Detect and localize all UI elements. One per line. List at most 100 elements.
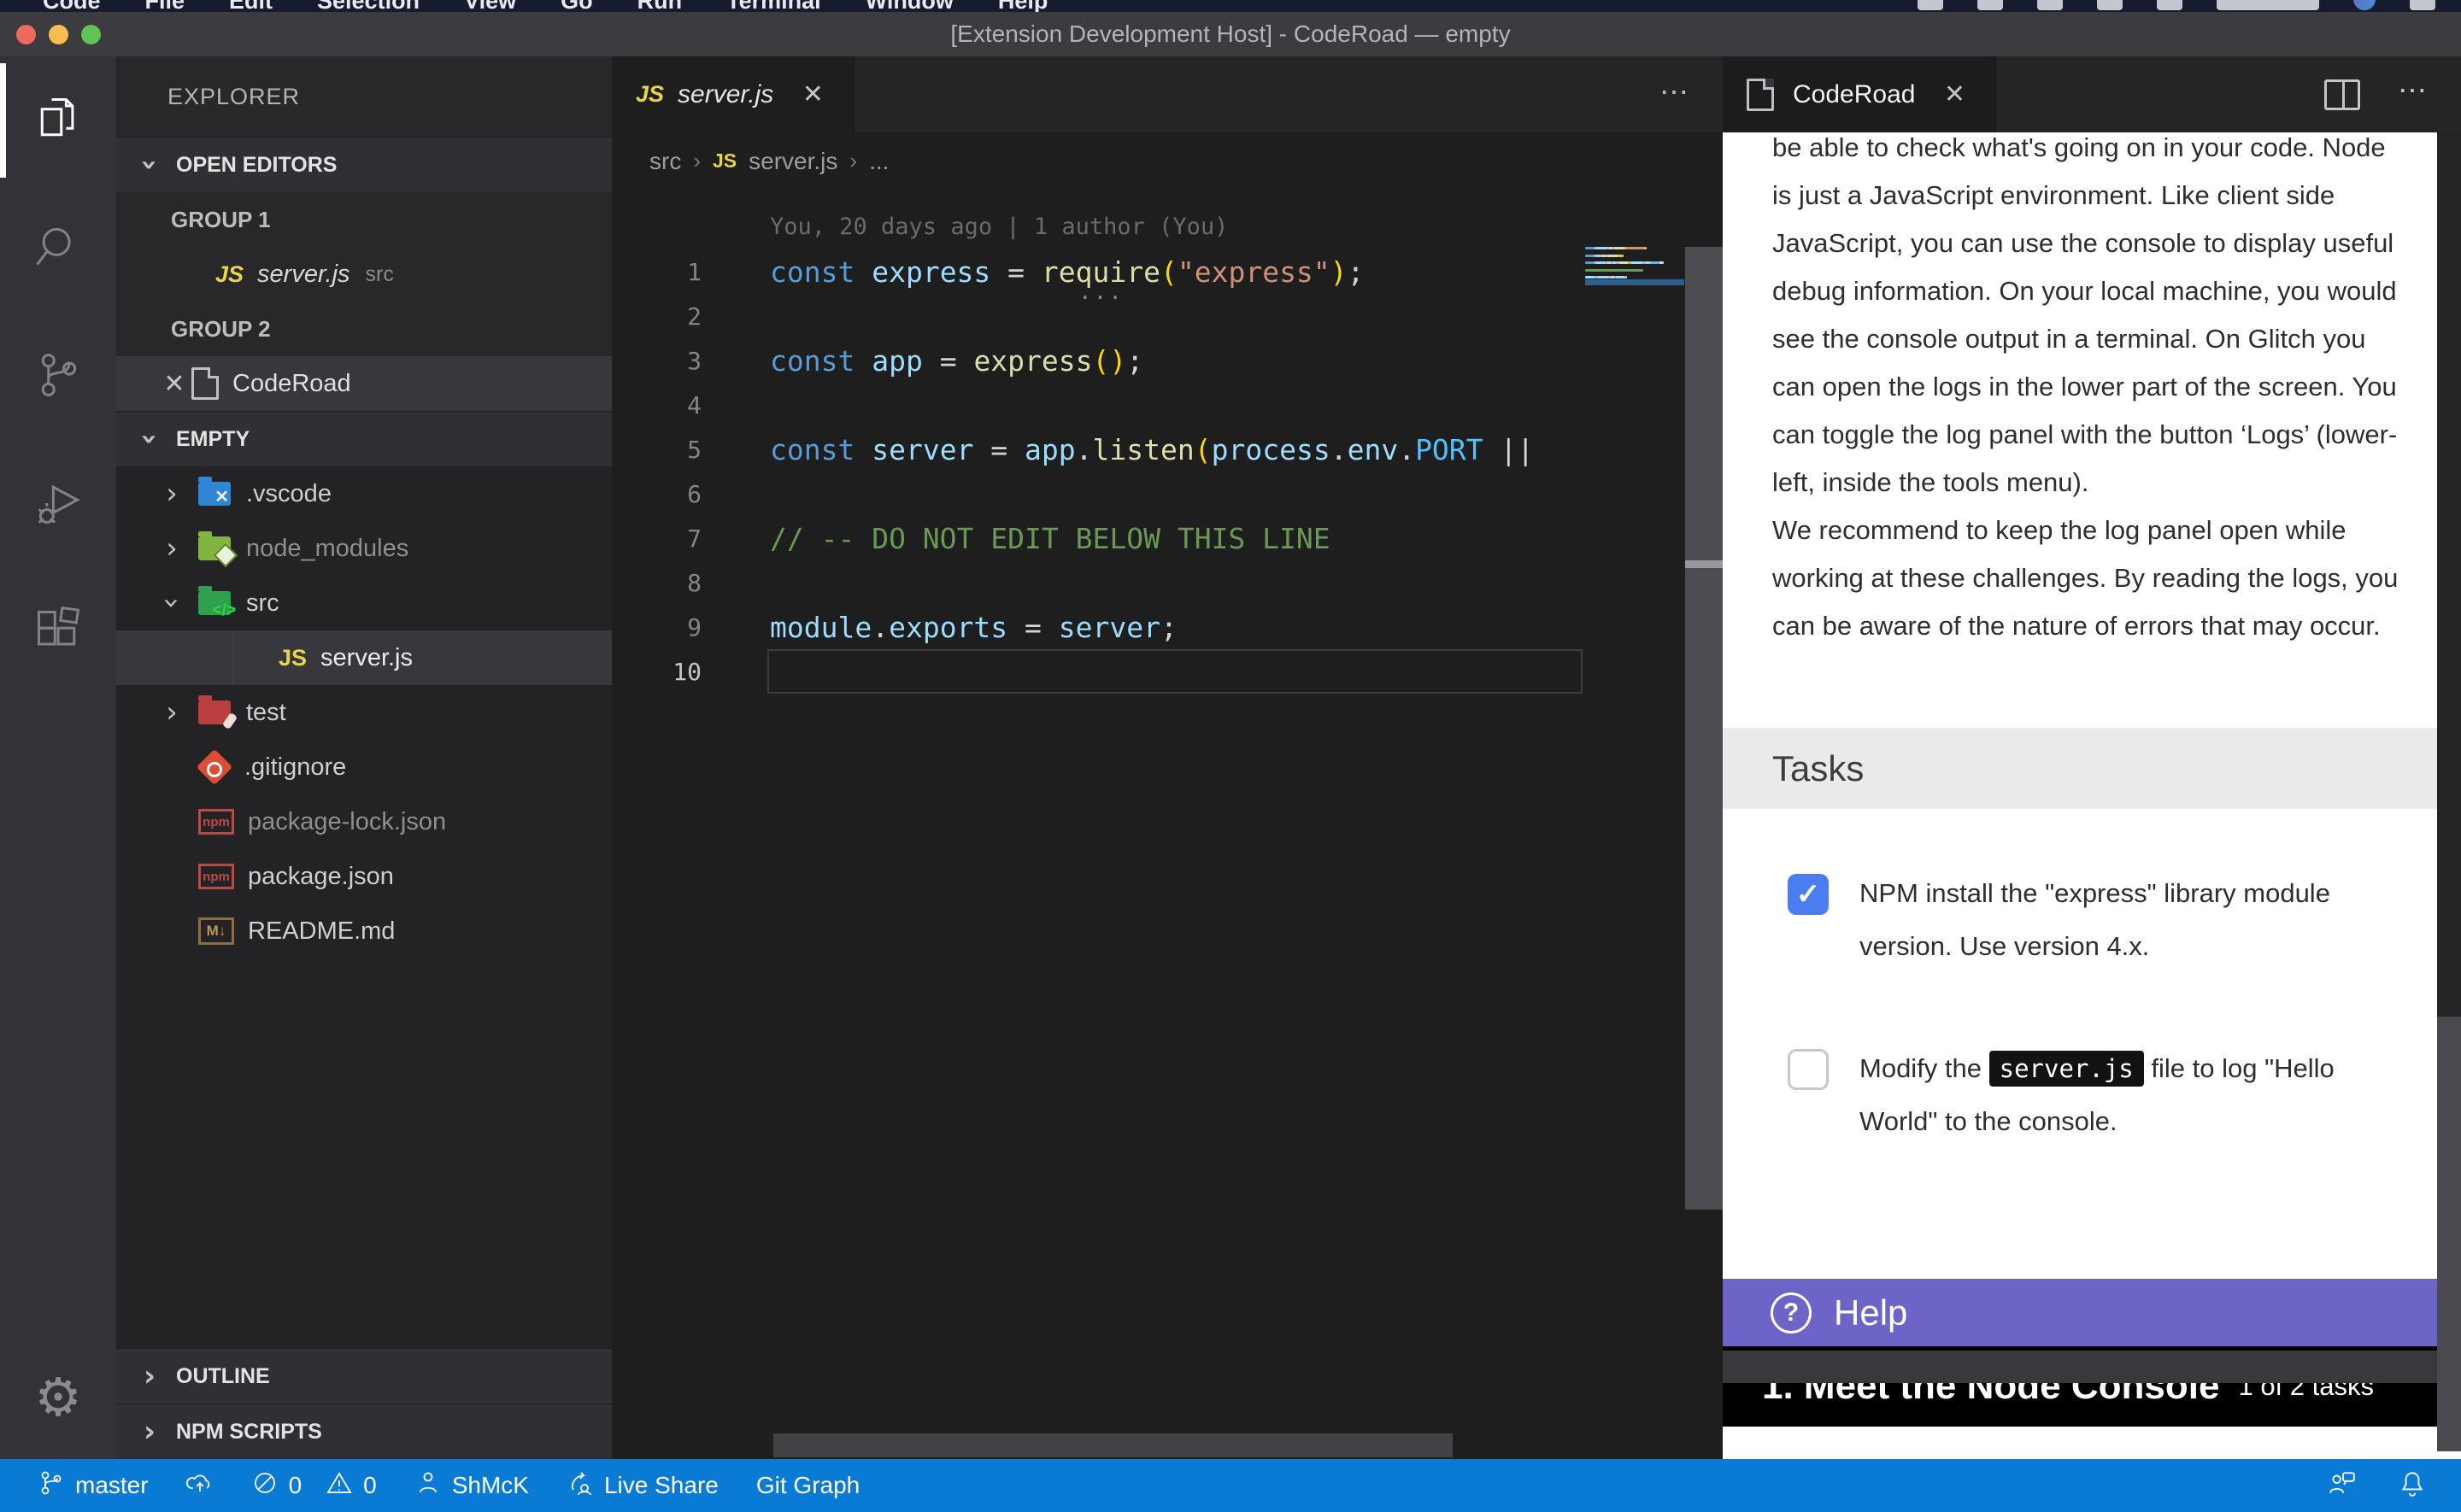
code-line[interactable]: 2 — [612, 294, 1723, 338]
code-line[interactable]: 7// -- DO NOT EDIT BELOW THIS LINE — [612, 516, 1723, 560]
menu-item[interactable]: View — [464, 0, 516, 12]
editor-group-1-label: GROUP 1 — [116, 192, 612, 247]
npm-scripts-section-header[interactable]: › NPM SCRIPTS — [116, 1404, 612, 1459]
breadcrumb-src[interactable]: src — [649, 148, 681, 175]
code-lines[interactable]: 1const express = require("express"); 2 3co… — [612, 249, 1723, 694]
code-line[interactable]: 1const express = require("express"); — [612, 249, 1723, 294]
tree-item-test[interactable]: › test — [116, 685, 612, 740]
help-section[interactable]: Help — [1723, 1279, 2437, 1346]
menu-item[interactable]: Edit — [229, 0, 273, 12]
js-file-icon: JS — [713, 149, 737, 173]
markdown-icon — [198, 917, 234, 945]
breadcrumb-file[interactable]: server.js — [749, 148, 837, 175]
menu-item[interactable]: Code — [43, 0, 101, 12]
git-graph-button[interactable]: Git Graph — [756, 1472, 860, 1499]
activity-run-debug[interactable] — [0, 441, 116, 569]
code-line[interactable]: 10 — [612, 649, 1723, 694]
outline-section-header[interactable]: › OUTLINE — [116, 1348, 612, 1404]
code-line[interactable]: 6 — [612, 472, 1723, 516]
open-editor-server-js[interactable]: JS server.js src — [116, 247, 612, 302]
menu-item[interactable]: Run — [637, 0, 682, 12]
js-file-icon: JS — [279, 645, 307, 671]
chevron-down-icon: › — [135, 425, 164, 454]
tab-coderoad[interactable]: CodeRoad ✕ — [1723, 56, 1996, 132]
activity-extensions[interactable] — [0, 569, 116, 697]
line-number: 3 — [612, 347, 702, 375]
current-line-highlight — [767, 649, 1583, 694]
sync-button[interactable] — [186, 1469, 214, 1503]
close-window-button[interactable] — [16, 25, 36, 44]
root-folder-label: EMPTY — [176, 427, 250, 452]
live-share-button[interactable]: Live Share — [567, 1469, 719, 1503]
breadcrumb[interactable]: src › JS server.js › ... — [612, 132, 1723, 190]
close-tab-icon[interactable]: ✕ — [1937, 79, 1971, 109]
task-text: NPM install the "express" library module… — [1859, 867, 2406, 973]
menu-item[interactable]: Window — [866, 0, 954, 12]
js-file-icon: JS — [636, 81, 664, 108]
tree-item-package-json[interactable]: package.json — [116, 849, 612, 904]
tree-item-readme[interactable]: README.md — [116, 904, 612, 958]
chevron-right-icon: › — [693, 148, 701, 174]
scrollbar-slider[interactable] — [2437, 1017, 2461, 1452]
tree-item-gitignore[interactable]: .gitignore — [116, 740, 612, 794]
code-editor[interactable]: You, 20 days ago | 1 author (You) 1const… — [612, 190, 1723, 1459]
chevron-down-icon: › — [157, 589, 186, 618]
activity-source-control[interactable] — [0, 313, 116, 441]
window-controls[interactable] — [16, 25, 101, 44]
branch-indicator[interactable]: master — [38, 1469, 149, 1503]
minimize-window-button[interactable] — [49, 25, 68, 44]
problems-indicator[interactable]: 0 0 — [251, 1469, 377, 1503]
zoom-window-button[interactable] — [81, 25, 101, 44]
menu-item[interactable]: File — [145, 0, 185, 12]
settings-gear-icon[interactable]: ⚙ — [0, 1358, 116, 1435]
folder-root-header[interactable]: › EMPTY — [116, 411, 612, 466]
status-icon — [2037, 0, 2063, 10]
breadcrumb-symbol[interactable]: ... — [869, 148, 889, 175]
panel-more-actions[interactable]: ⋯ — [2398, 73, 2430, 116]
task-checkbox-checked[interactable]: ✓ — [1788, 874, 1829, 915]
code-line[interactable]: 8 — [612, 560, 1723, 605]
coderoad-panel: CodeRoad ✕ ⋯ be able to check what's goi… — [1723, 56, 2461, 1459]
split-editor-icon[interactable] — [2324, 79, 2360, 110]
test-folder-icon — [198, 700, 231, 724]
activity-search[interactable] — [0, 185, 116, 313]
tree-item-vscode[interactable]: › .vscode — [116, 466, 612, 521]
minimap[interactable] — [1585, 247, 1684, 366]
menu-item[interactable]: Go — [561, 0, 593, 12]
horizontal-scrollbar[interactable] — [773, 1433, 1453, 1457]
feedback-icon[interactable] — [2328, 1468, 2357, 1503]
code-line[interactable]: 9module.exports = server; — [612, 605, 1723, 649]
tab-label: CodeRoad — [1793, 80, 1915, 109]
tab-server-js[interactable]: JS server.js ✕ — [612, 56, 855, 132]
code-line[interactable]: 3const app = express(); — [612, 338, 1723, 383]
menu-item[interactable]: Help — [998, 0, 1048, 12]
open-editor-coderoad[interactable]: ✕ CodeRoad — [116, 356, 612, 411]
menu-item[interactable]: Terminal — [726, 0, 821, 12]
chevron-right-icon: › — [849, 148, 857, 174]
tree-item-src[interactable]: › src — [116, 576, 612, 630]
liveshare-account[interactable]: ShMcK — [414, 1469, 529, 1503]
code-line[interactable]: 5const server = app.listen(process.env.P… — [612, 427, 1723, 472]
siri-icon — [2353, 0, 2376, 10]
panel-tab-bar: CodeRoad ✕ ⋯ — [1723, 56, 2461, 132]
close-tab-icon[interactable]: ✕ — [796, 79, 830, 109]
webview-scrollbar[interactable] — [2437, 132, 2461, 1459]
menu-item[interactable]: Selection — [317, 0, 420, 12]
notifications-bell-icon[interactable] — [2398, 1468, 2427, 1503]
activity-explorer[interactable] — [0, 56, 116, 185]
open-editors-header[interactable]: › OPEN EDITORS — [116, 137, 612, 192]
vertical-scrollbar[interactable] — [1685, 247, 1723, 1210]
task-text: Modify the server.js file to log "Hello … — [1859, 1042, 2406, 1148]
code-line[interactable]: 4 — [612, 383, 1723, 427]
close-icon[interactable]: ✕ — [157, 369, 191, 399]
task-item: Modify the server.js file to log "Hello … — [1723, 1049, 2437, 1148]
menubar-status-icons — [1918, 0, 2435, 10]
file-icon — [1747, 79, 1774, 111]
editor-more-actions[interactable]: ⋯ — [1659, 56, 1723, 132]
line-number: 2 — [612, 302, 702, 331]
tree-item-server-js[interactable]: JS server.js — [116, 630, 612, 685]
tree-item-package-lock[interactable]: package-lock.json — [116, 794, 612, 849]
line-number: 5 — [612, 436, 702, 464]
tree-item-node-modules[interactable]: › node_modules — [116, 521, 612, 576]
task-checkbox-unchecked[interactable] — [1788, 1049, 1829, 1090]
